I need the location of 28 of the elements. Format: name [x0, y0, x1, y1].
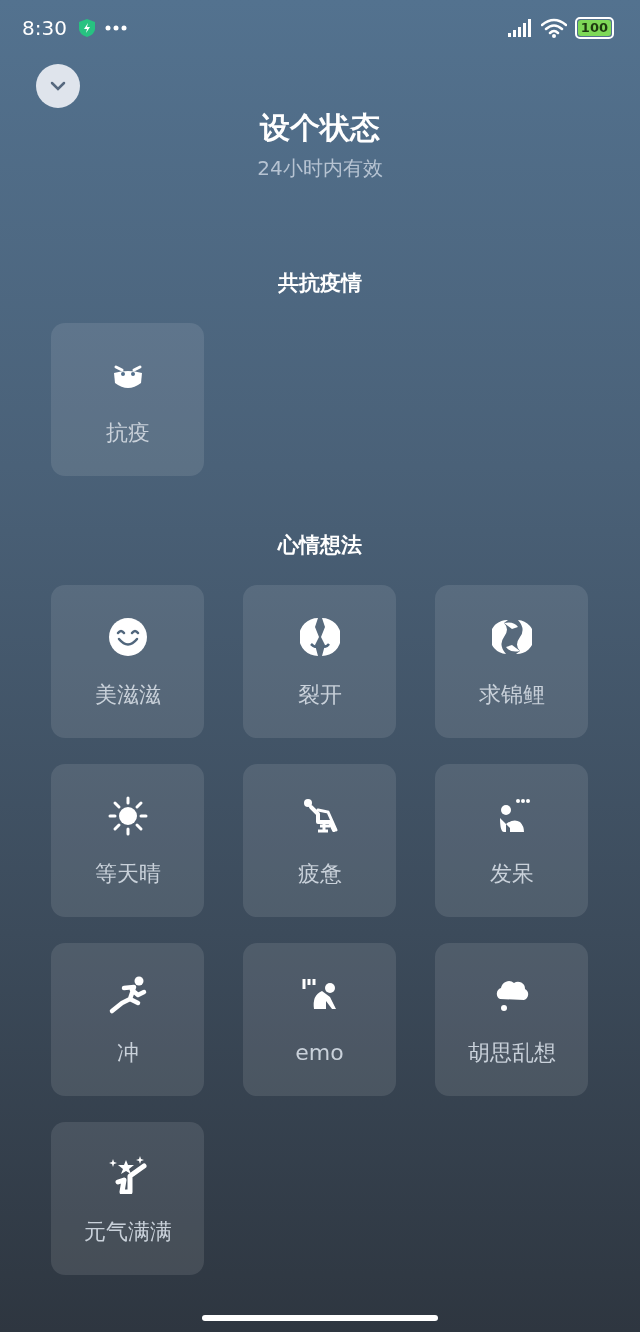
shield-icon	[78, 19, 95, 37]
more-icon	[104, 25, 127, 31]
status-tile[interactable]: 抗疫	[51, 323, 204, 476]
runner-icon	[107, 975, 148, 1015]
cracked-face-icon	[299, 617, 340, 657]
battery-icon: 100	[574, 17, 614, 39]
status-tile[interactable]: 冲	[51, 943, 204, 1096]
status-tile[interactable]: 裂开	[243, 585, 396, 738]
status-tile[interactable]: 疲惫	[243, 764, 396, 917]
section-heading: 心情想法	[276, 532, 363, 559]
section-heading: 共抗疫情	[277, 270, 363, 297]
status-tile[interactable]: emo	[243, 943, 396, 1096]
fish-icon	[491, 617, 532, 657]
status-tile[interactable]: 求锦鲤	[435, 585, 588, 738]
status-tile[interactable]: 发呆	[435, 764, 588, 917]
signal-icon	[507, 19, 532, 37]
page-title: 设个状态	[258, 109, 381, 147]
status-tile[interactable]: 美滋滋	[51, 585, 204, 738]
chevron-down-icon	[50, 81, 66, 91]
collapse-button[interactable]	[36, 64, 80, 108]
page-subtitle: 24小时内有效	[256, 155, 384, 182]
status-tile[interactable]: 元气满满	[51, 1122, 204, 1275]
smiley-icon	[107, 617, 148, 657]
status-tile[interactable]: 等天晴	[51, 764, 204, 917]
wifi-icon	[540, 18, 567, 38]
clock: 8:30	[22, 16, 67, 40]
sun-icon	[107, 796, 148, 836]
status-tile[interactable]: 胡思乱想	[435, 943, 588, 1096]
